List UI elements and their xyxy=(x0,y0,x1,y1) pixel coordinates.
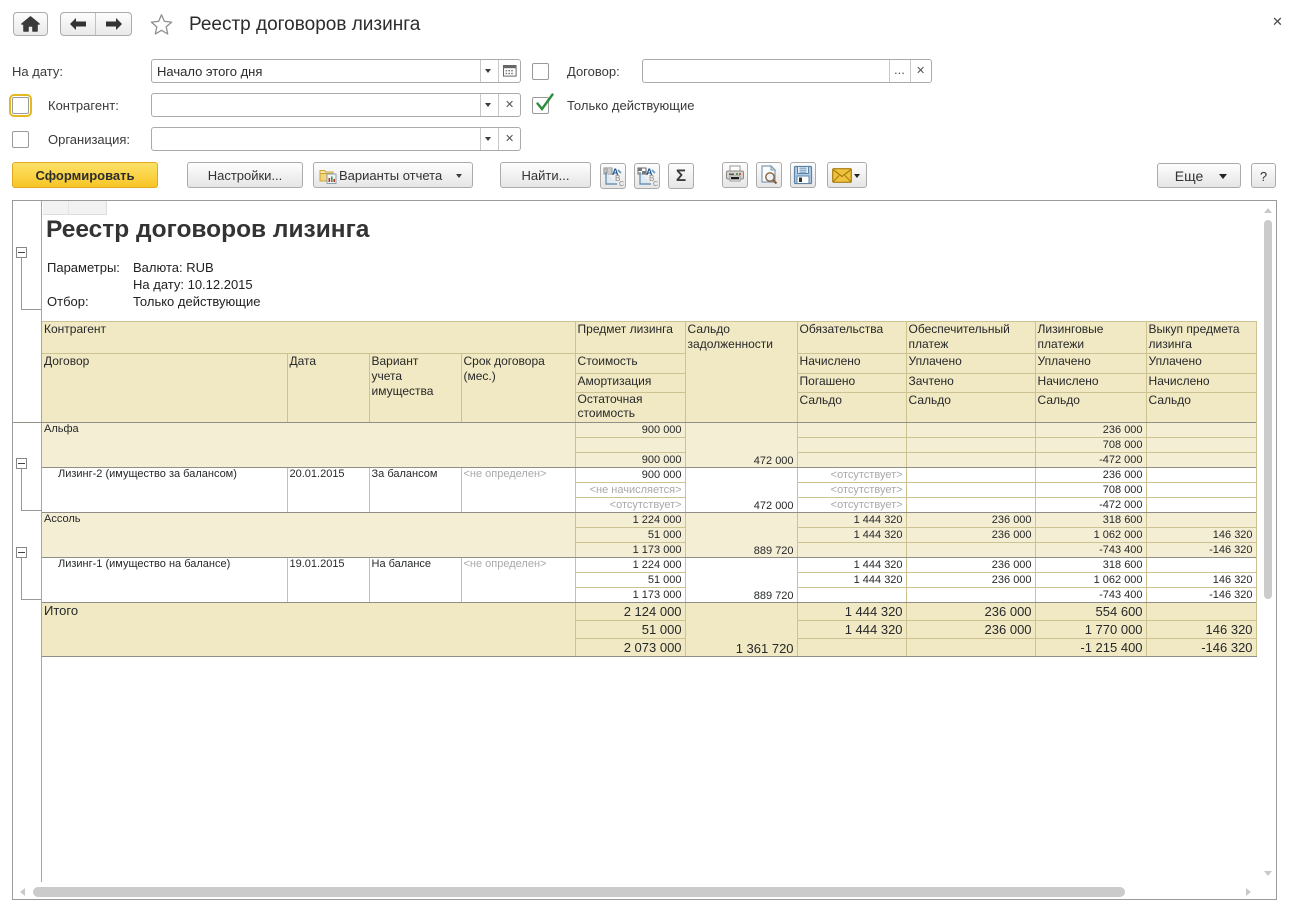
svg-text:C: C xyxy=(653,181,658,188)
svg-text:C: C xyxy=(619,181,624,188)
